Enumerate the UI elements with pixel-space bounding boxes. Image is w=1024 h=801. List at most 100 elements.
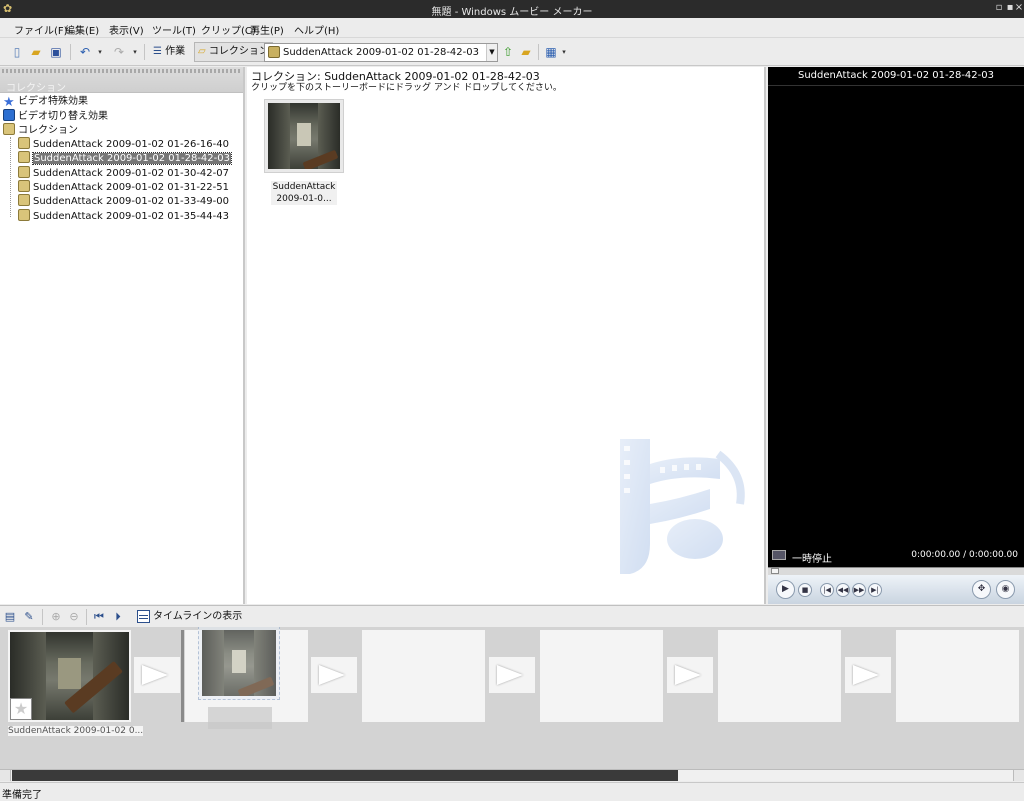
tree-item-clip-collection[interactable]: SuddenAttack 2009-01-02 01-26-16-40: [18, 137, 229, 151]
scroll-left-arrow[interactable]: [0, 770, 11, 781]
star-icon: ★: [3, 95, 15, 110]
clip-preview-image: [268, 103, 340, 169]
collection-icon: [18, 209, 30, 221]
collection-select[interactable]: SuddenAttack 2009-01-02 01-28-42-03 ▼: [264, 43, 498, 62]
scroll-right-arrow[interactable]: [1013, 770, 1024, 781]
storyboard-clip-slot[interactable]: [362, 630, 485, 722]
collections-pane-header: コレクション: [0, 67, 243, 94]
tree-item-clip-collection[interactable]: SuddenAttack 2009-01-02 01-35-44-43: [18, 209, 229, 223]
playback-status: 一時停止 0:00:00.00 / 0:00:00.00: [768, 546, 1024, 566]
play-icon[interactable]: ▶: [776, 580, 795, 599]
new-project-icon[interactable]: ▯: [10, 45, 24, 59]
narrate-microphone-icon[interactable]: ✎: [22, 610, 36, 624]
scrollbar-thumb[interactable]: [12, 770, 678, 781]
redo-icon[interactable]: ↷: [112, 45, 126, 59]
show-timeline-button[interactable]: タイムラインの表示: [137, 609, 242, 625]
toolbar-separator: [70, 44, 71, 60]
seek-bar[interactable]: [768, 567, 1024, 575]
zoom-out-icon[interactable]: ⊖: [67, 610, 81, 624]
save-project-icon[interactable]: ▣: [49, 45, 63, 59]
stop-icon[interactable]: ■: [798, 583, 812, 597]
clip-caption-name: SuddenAttack: [272, 182, 336, 192]
clip-caption[interactable]: SuddenAttack 2009-01-0...: [271, 181, 337, 205]
menu-view[interactable]: 表示(V): [109, 22, 144, 37]
pane-grip[interactable]: [2, 69, 241, 73]
tasks-button[interactable]: ☰ 作業: [149, 42, 189, 62]
collections-button[interactable]: ▱ コレクション: [194, 42, 273, 62]
rewind-icon[interactable]: ◀◀: [836, 583, 850, 597]
seek-thumb[interactable]: [771, 568, 779, 574]
up-one-level-icon[interactable]: ⇧: [501, 45, 515, 59]
menu-file[interactable]: ファイル(F): [14, 22, 68, 37]
playback-state: 一時停止: [792, 554, 832, 565]
views-icon[interactable]: ▦: [544, 45, 558, 59]
storyboard-clip-caption: SuddenAttack 2009-01-02 0...: [8, 726, 144, 736]
menu-play[interactable]: 再生(P): [250, 22, 284, 37]
tree-item-clip-collection[interactable]: SuddenAttack 2009-01-02 01-33-49-00: [18, 194, 229, 208]
clip-thumbnail[interactable]: [264, 99, 344, 173]
tree-item-clip-collection[interactable]: SuddenAttack 2009-01-02 01-30-42-07: [18, 166, 229, 180]
tree-item-label: SuddenAttack 2009-01-02 01-26-16-40: [33, 139, 229, 150]
fast-forward-icon[interactable]: ▶▶: [852, 583, 866, 597]
timeline-icon: [137, 610, 150, 623]
storyboard-clip-slot[interactable]: [896, 630, 1019, 722]
split-clip-icon[interactable]: ✥: [972, 580, 991, 599]
tasks-icon: ☰: [153, 46, 162, 57]
open-project-icon[interactable]: ▰: [29, 45, 43, 59]
tree-item-label: SuddenAttack 2009-01-02 01-33-49-00: [33, 196, 229, 207]
storyboard-clip-slot[interactable]: [718, 630, 841, 722]
tree-item-label: SuddenAttack 2009-01-02 01-28-42-03: [32, 152, 232, 165]
menu-clip[interactable]: クリップ(C): [201, 22, 256, 37]
next-frame-icon[interactable]: ▶|: [868, 583, 882, 597]
toolbar-separator: [42, 609, 43, 625]
minimize-icon[interactable]: ▫: [994, 2, 1004, 13]
tree-item-clip-collection[interactable]: SuddenAttack 2009-01-02 01-31-22-51: [18, 180, 229, 194]
collection-icon: [18, 180, 30, 192]
collection-select-value: SuddenAttack 2009-01-02 01-28-42-03: [283, 47, 479, 58]
menu-tools[interactable]: ツール(T): [152, 22, 196, 37]
storyboard-scrollbar[interactable]: [0, 769, 1024, 781]
collection-icon: [268, 46, 280, 58]
tree-item-video-effects[interactable]: ★ ビデオ特殊効果: [3, 95, 88, 109]
undo-icon[interactable]: ↶: [78, 45, 92, 59]
tree-item-clip-collection-selected[interactable]: SuddenAttack 2009-01-02 01-28-42-03: [18, 151, 232, 165]
new-collection-folder-icon[interactable]: ▰: [519, 45, 533, 59]
chevron-down-icon[interactable]: ▼: [486, 44, 497, 61]
collections-pane-title: コレクション: [6, 83, 66, 94]
play-storyboard-icon[interactable]: ⏵: [111, 610, 125, 624]
close-icon[interactable]: ×: [1014, 2, 1024, 13]
transition-slot[interactable]: [311, 657, 357, 693]
collections-tree-panel: コレクション ★ ビデオ特殊効果 ビデオ切り替え効果 コレクション SuddenA…: [0, 67, 245, 604]
transition-slot[interactable]: [845, 657, 891, 693]
main-toolbar: ▯ ▰ ▣ ↶ ▾ ↷ ▾ ☰ 作業 ▱ コレクション ⇧ ▰ ▦ ▾: [0, 38, 1024, 66]
zoom-in-icon[interactable]: ⊕: [49, 610, 63, 624]
snapshot-camera-icon[interactable]: ◉: [996, 580, 1015, 599]
undo-dropdown-icon[interactable]: ▾: [93, 45, 107, 59]
set-audio-levels-icon[interactable]: ▤: [3, 610, 17, 624]
movie-maker-watermark-icon: [620, 439, 745, 574]
preview-title: SuddenAttack 2009-01-02 01-28-42-03: [798, 70, 994, 81]
collection-folder-icon: [3, 123, 15, 135]
clip-caption-date: 2009-01-0...: [276, 194, 332, 204]
redo-dropdown-icon[interactable]: ▾: [128, 45, 142, 59]
monitor-icon: [772, 550, 786, 560]
tree-item-collections[interactable]: コレクション: [3, 123, 78, 137]
previous-frame-icon[interactable]: |◀: [820, 583, 834, 597]
views-dropdown-icon[interactable]: ▾: [557, 45, 571, 59]
collection-icon: [18, 151, 30, 163]
collection-contents-pane: コレクション: SuddenAttack 2009-01-02 01-28-42…: [247, 67, 766, 604]
toolbar-separator: [538, 44, 539, 60]
tree-item-video-transitions[interactable]: ビデオ切り替え効果: [3, 109, 108, 123]
dragging-clip-preview: [198, 627, 280, 700]
menu-edit[interactable]: 編集(E): [65, 22, 99, 37]
storyboard-clip-slot[interactable]: [540, 630, 663, 722]
tree-item-label: ビデオ特殊効果: [18, 96, 88, 107]
transition-icon: [3, 109, 15, 121]
video-effect-star-icon[interactable]: ★: [10, 698, 32, 720]
menu-help[interactable]: ヘルプ(H): [294, 22, 339, 37]
transition-slot[interactable]: [489, 657, 535, 693]
storyboard-clip-thumbnail[interactable]: ★: [10, 632, 129, 720]
transition-slot[interactable]: [134, 657, 180, 693]
rewind-storyboard-icon[interactable]: ⏮: [92, 610, 106, 624]
transition-slot[interactable]: [667, 657, 713, 693]
